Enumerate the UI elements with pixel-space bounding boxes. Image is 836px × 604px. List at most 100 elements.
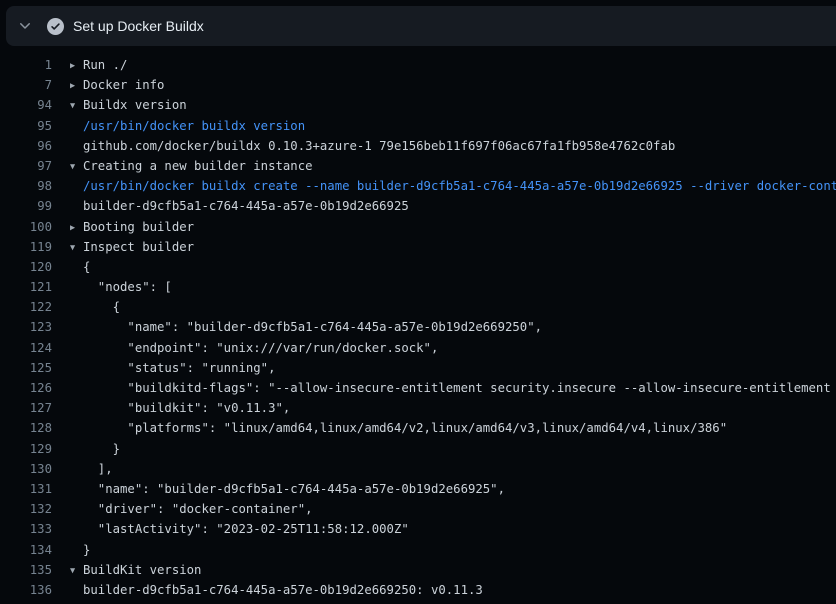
log-line: 133 "lastActivity": "2023-02-25T11:58:12… bbox=[0, 519, 836, 539]
group-toggle[interactable]: ▶Docker info bbox=[70, 75, 164, 95]
line-number[interactable]: 128 bbox=[0, 418, 52, 438]
log-line: 134} bbox=[0, 540, 836, 560]
output-text: "name": "builder-d9cfb5a1-c764-445a-a57e… bbox=[70, 479, 505, 499]
line-number[interactable]: 7 bbox=[0, 75, 52, 95]
line-number[interactable]: 133 bbox=[0, 519, 52, 539]
output-text: { bbox=[70, 257, 90, 277]
output-text: "status": "running", bbox=[70, 358, 276, 378]
log-group-line: 94 ▼Buildx version bbox=[0, 95, 836, 115]
log-group-line: 1 ▶Run ./ bbox=[0, 55, 836, 75]
log-group-line: 97 ▼Creating a new builder instance bbox=[0, 156, 836, 176]
log-line: 96 github.com/docker/buildx 0.10.3+azure-… bbox=[0, 136, 836, 156]
log-viewer: 1▶Run ./7▶Docker info94▼Buildx version95… bbox=[0, 46, 836, 604]
line-number[interactable]: 99 bbox=[0, 196, 52, 216]
output-text: github.com/docker/buildx 0.10.3+azure-1 … bbox=[70, 136, 675, 156]
output-text: ], bbox=[70, 459, 113, 479]
chevron-down-icon[interactable] bbox=[14, 15, 36, 37]
group-toggle[interactable]: ▶Booting builder bbox=[70, 217, 194, 237]
group-expanded-arrow-icon[interactable]: ▼ bbox=[70, 96, 83, 116]
output-text: "lastActivity": "2023-02-25T11:58:12.000… bbox=[70, 519, 409, 539]
group-toggle[interactable]: ▼Creating a new builder instance bbox=[70, 156, 313, 176]
log-line: 131 "name": "builder-d9cfb5a1-c764-445a-… bbox=[0, 479, 836, 499]
log-group-line: 135 ▼BuildKit version bbox=[0, 560, 836, 580]
output-text: builder-d9cfb5a1-c764-445a-a57e-0b19d2e6… bbox=[70, 580, 483, 600]
group-expanded-arrow-icon[interactable]: ▼ bbox=[70, 238, 83, 258]
line-number[interactable]: 135 bbox=[0, 560, 52, 580]
log-group-line: 100 ▶Booting builder bbox=[0, 217, 836, 237]
line-number[interactable]: 123 bbox=[0, 317, 52, 337]
line-number[interactable]: 126 bbox=[0, 378, 52, 398]
line-number[interactable]: 129 bbox=[0, 439, 52, 459]
log-line: 132 "driver": "docker-container", bbox=[0, 499, 836, 519]
group-expanded-arrow-icon[interactable]: ▼ bbox=[70, 157, 83, 177]
group-title: Booting builder bbox=[83, 220, 194, 234]
log-line: 125 "status": "running", bbox=[0, 358, 836, 378]
line-number[interactable]: 130 bbox=[0, 459, 52, 479]
line-number[interactable]: 134 bbox=[0, 540, 52, 560]
group-toggle[interactable]: ▼Buildx version bbox=[70, 95, 187, 115]
log-line: 128 "platforms": "linux/amd64,linux/amd6… bbox=[0, 418, 836, 438]
group-toggle[interactable]: ▶Run ./ bbox=[70, 55, 127, 75]
log-line: 124 "endpoint": "unix:///var/run/docker.… bbox=[0, 338, 836, 358]
command-text: /usr/bin/docker buildx version bbox=[70, 116, 305, 136]
output-text: "platforms": "linux/amd64,linux/amd64/v2… bbox=[70, 418, 727, 438]
log-line: 95/usr/bin/docker buildx version bbox=[0, 116, 836, 136]
line-number[interactable]: 132 bbox=[0, 499, 52, 519]
log-line: 127 "buildkit": "v0.11.3", bbox=[0, 398, 836, 418]
log-group-line: 119 ▼Inspect builder bbox=[0, 237, 836, 257]
output-text: "nodes": [ bbox=[70, 277, 172, 297]
line-number[interactable]: 94 bbox=[0, 95, 52, 115]
group-title: Run ./ bbox=[83, 58, 127, 72]
output-text: "name": "builder-d9cfb5a1-c764-445a-a57e… bbox=[70, 317, 542, 337]
line-number[interactable]: 120 bbox=[0, 257, 52, 277]
group-toggle[interactable]: ▼BuildKit version bbox=[70, 560, 201, 580]
line-number[interactable]: 125 bbox=[0, 358, 52, 378]
output-text: } bbox=[70, 439, 120, 459]
group-title: BuildKit version bbox=[83, 563, 201, 577]
log-line: 136 builder-d9cfb5a1-c764-445a-a57e-0b19d… bbox=[0, 580, 836, 600]
step-header[interactable]: Set up Docker Buildx bbox=[6, 6, 836, 46]
log-line: 99 builder-d9cfb5a1-c764-445a-a57e-0b19d2… bbox=[0, 196, 836, 216]
group-collapsed-arrow-icon[interactable]: ▶ bbox=[70, 76, 83, 96]
output-text: "buildkitd-flags": "--allow-insecure-ent… bbox=[70, 378, 836, 398]
output-text: "buildkit": "v0.11.3", bbox=[70, 398, 290, 418]
group-expanded-arrow-icon[interactable]: ▼ bbox=[70, 561, 83, 581]
output-text: "endpoint": "unix:///var/run/docker.sock… bbox=[70, 338, 438, 358]
output-text: { bbox=[70, 297, 120, 317]
line-number[interactable]: 136 bbox=[0, 580, 52, 600]
log-line: 122 { bbox=[0, 297, 836, 317]
line-number[interactable]: 1 bbox=[0, 55, 52, 75]
log-line: 120 { bbox=[0, 257, 836, 277]
line-number[interactable]: 95 bbox=[0, 116, 52, 136]
log-line: 121 "nodes": [ bbox=[0, 277, 836, 297]
log-line: 126 "buildkitd-flags": "--allow-insecure… bbox=[0, 378, 836, 398]
step-title: Set up Docker Buildx bbox=[73, 18, 204, 34]
line-number[interactable]: 119 bbox=[0, 237, 52, 257]
log-line: 129 } bbox=[0, 439, 836, 459]
log-group-line: 7 ▶Docker info bbox=[0, 75, 836, 95]
line-number[interactable]: 121 bbox=[0, 277, 52, 297]
output-text: "driver": "docker-container", bbox=[70, 499, 313, 519]
line-number[interactable]: 96 bbox=[0, 136, 52, 156]
line-number[interactable]: 127 bbox=[0, 398, 52, 418]
output-text: } bbox=[70, 540, 90, 560]
log-line: 130 ], bbox=[0, 459, 836, 479]
group-collapsed-arrow-icon[interactable]: ▶ bbox=[70, 56, 83, 76]
group-title: Buildx version bbox=[83, 98, 187, 112]
group-title: Inspect builder bbox=[83, 240, 194, 254]
group-title: Creating a new builder instance bbox=[83, 159, 313, 173]
line-number[interactable]: 98 bbox=[0, 176, 52, 196]
line-number[interactable]: 131 bbox=[0, 479, 52, 499]
command-text: /usr/bin/docker buildx create --name bui… bbox=[70, 176, 836, 196]
line-number[interactable]: 124 bbox=[0, 338, 52, 358]
output-text: builder-d9cfb5a1-c764-445a-a57e-0b19d2e6… bbox=[70, 196, 409, 216]
log-line: 98/usr/bin/docker buildx create --name b… bbox=[0, 176, 836, 196]
group-title: Docker info bbox=[83, 78, 164, 92]
log-line: 123 "name": "builder-d9cfb5a1-c764-445a-… bbox=[0, 317, 836, 337]
line-number[interactable]: 97 bbox=[0, 156, 52, 176]
group-collapsed-arrow-icon[interactable]: ▶ bbox=[70, 218, 83, 238]
line-number[interactable]: 122 bbox=[0, 297, 52, 317]
group-toggle[interactable]: ▼Inspect builder bbox=[70, 237, 194, 257]
line-number[interactable]: 100 bbox=[0, 217, 52, 237]
check-circle-icon bbox=[46, 17, 64, 35]
